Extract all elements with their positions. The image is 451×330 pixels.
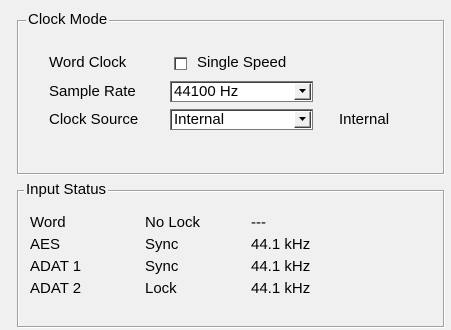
single-speed-checkbox[interactable] xyxy=(174,57,187,70)
input-freq-adat2: 44.1 kHz xyxy=(251,280,311,297)
input-state-adat1: Sync xyxy=(145,258,179,275)
input-freq-adat1: 44.1 kHz xyxy=(251,258,311,275)
input-name-aes: AES xyxy=(30,236,61,253)
sample-rate-value: 44100 Hz xyxy=(174,83,239,100)
input-freq-aes: 44.1 kHz xyxy=(251,236,311,253)
input-state-adat2: Lock xyxy=(145,280,177,297)
clock-source-value: Internal xyxy=(174,111,225,128)
input-name-word: Word xyxy=(30,214,66,231)
word-clock-label: Word Clock xyxy=(49,54,127,71)
input-name-adat1: ADAT 1 xyxy=(30,258,82,275)
input-status-title: Input Status xyxy=(24,181,109,199)
clock-mode-group: Clock Mode Word Clock Single Speed Sampl… xyxy=(17,11,444,174)
clock-mode-title: Clock Mode xyxy=(26,11,110,29)
clock-source-status: Internal xyxy=(339,111,390,128)
chevron-down-icon[interactable] xyxy=(294,83,311,100)
sample-rate-dropdown[interactable]: 44100 Hz xyxy=(170,81,313,102)
sample-rate-label: Sample Rate xyxy=(49,83,136,100)
chevron-down-icon[interactable] xyxy=(294,111,311,128)
input-status-group: Input Status Word No Lock --- AES Sync 4… xyxy=(17,181,444,327)
input-state-aes: Sync xyxy=(145,236,179,253)
input-state-word: No Lock xyxy=(145,214,201,231)
input-name-adat2: ADAT 2 xyxy=(30,280,82,297)
single-speed-label[interactable]: Single Speed xyxy=(197,54,286,72)
clock-source-label: Clock Source xyxy=(49,111,139,128)
clock-source-dropdown[interactable]: Internal xyxy=(170,109,313,130)
input-freq-word: --- xyxy=(251,214,266,231)
